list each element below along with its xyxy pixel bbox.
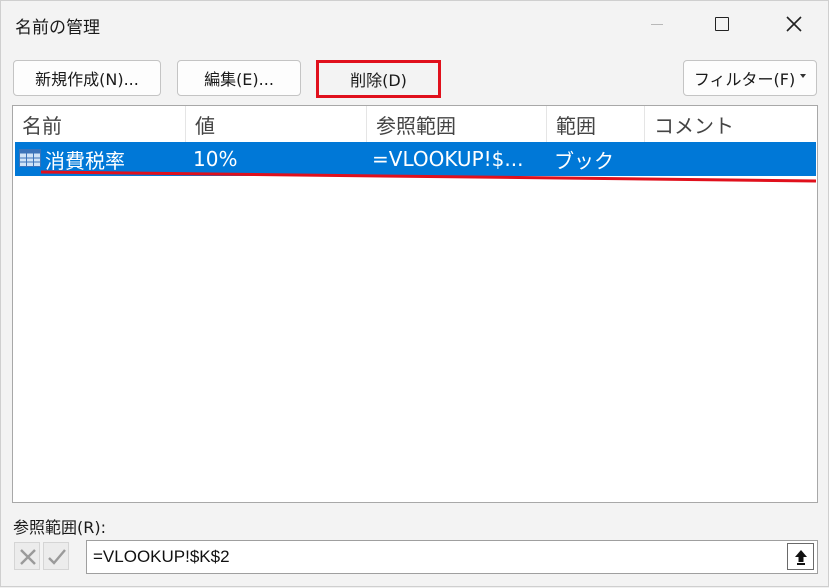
new-name-button[interactable]: 新規作成(N)... bbox=[13, 60, 161, 96]
dropdown-caret-icon bbox=[800, 74, 807, 78]
close-icon bbox=[786, 16, 802, 32]
maximize-button[interactable] bbox=[696, 1, 748, 47]
cell-value: 10% bbox=[193, 147, 238, 171]
confirm-edit-button[interactable] bbox=[43, 542, 69, 570]
edit-name-button[interactable]: 編集(E)... bbox=[177, 60, 301, 96]
cell-name: 消費税率 bbox=[45, 148, 125, 173]
x-icon bbox=[20, 549, 36, 565]
list-header: 名前 値 参照範囲 範囲 コメント bbox=[13, 106, 817, 142]
refers-to-input[interactable]: =VLOOKUP!$K$2 bbox=[86, 540, 818, 574]
column-header-comment[interactable]: コメント bbox=[645, 106, 817, 142]
names-list[interactable]: 名前 値 参照範囲 範囲 コメント 消費税率 10% =VLOOKUP!$...… bbox=[12, 105, 818, 503]
delete-name-button[interactable]: 削除(D) bbox=[316, 60, 441, 98]
filter-button[interactable]: フィルター(F) bbox=[683, 60, 817, 96]
name-manager-window: 名前の管理 新規作成(N)... 編集(E)... 削除(D) フィルター(F)… bbox=[0, 0, 829, 587]
cell-scope: ブック bbox=[554, 148, 614, 173]
filter-label: フィルター(F) bbox=[693, 70, 796, 89]
cancel-edit-button[interactable] bbox=[14, 542, 40, 570]
cell-comment bbox=[652, 142, 812, 176]
minimize-button bbox=[630, 1, 682, 47]
cell-refers-to: =VLOOKUP!$... bbox=[372, 147, 524, 171]
column-header-name[interactable]: 名前 bbox=[13, 106, 186, 142]
table-name-icon bbox=[19, 149, 41, 167]
maximize-icon bbox=[715, 17, 729, 31]
refers-to-label: 参照範囲(R): bbox=[13, 518, 106, 537]
table-row[interactable]: 消費税率 10% =VLOOKUP!$... ブック bbox=[15, 142, 816, 176]
minimize-icon bbox=[651, 24, 663, 25]
close-button[interactable] bbox=[767, 1, 819, 47]
arrow-up-icon bbox=[795, 550, 807, 565]
window-title: 名前の管理 bbox=[15, 18, 100, 38]
checkmark-icon bbox=[48, 549, 66, 565]
collapse-dialog-button[interactable] bbox=[787, 543, 814, 570]
refers-to-value: =VLOOKUP!$K$2 bbox=[93, 547, 230, 566]
title-bar: 名前の管理 bbox=[1, 1, 829, 47]
column-header-scope[interactable]: 範囲 bbox=[547, 106, 645, 142]
column-header-value[interactable]: 値 bbox=[186, 106, 367, 142]
column-header-refers-to[interactable]: 参照範囲 bbox=[367, 106, 547, 142]
